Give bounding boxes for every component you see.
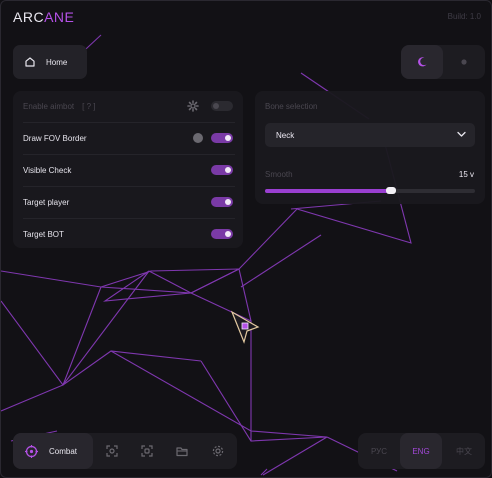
smooth-slider-fill — [265, 189, 391, 193]
settings-icon[interactable] — [212, 445, 224, 457]
fov-color-picker[interactable] — [193, 133, 203, 143]
sun-icon — [461, 59, 467, 65]
enable-aimbot-toggle[interactable] — [211, 101, 233, 111]
brand-prefix: ARC — [13, 9, 45, 25]
bone-selection-label: Bone selection — [265, 102, 318, 111]
enable-aimbot-label: Enable aimbot — [23, 102, 75, 111]
home-label: Home — [46, 57, 68, 67]
app-brand: ARCANE — [13, 9, 74, 25]
smooth-value: 15 v — [458, 170, 474, 179]
draw-fov-border-toggle[interactable] — [211, 133, 233, 143]
bone-select-value: Neck — [276, 131, 295, 140]
visible-check-label: Visible Check — [23, 166, 72, 175]
combat-label: Combat — [49, 446, 78, 456]
target-player-label: Target player — [23, 198, 70, 207]
help-badge[interactable]: [ ? ] — [82, 102, 95, 111]
language-switcher: РУС ENG 中文 — [358, 433, 485, 469]
crosshair-icon — [25, 444, 38, 458]
radar-icon[interactable] — [141, 445, 153, 457]
targeting-panel: Bone selection Neck Smooth 15 v — [255, 91, 485, 204]
bottom-navigation: Combat — [13, 433, 237, 469]
folder-icon[interactable] — [176, 445, 188, 457]
aimbot-settings-panel: Enable aimbot [ ? ] Draw FOV Border Visib… — [13, 91, 243, 248]
draw-fov-border-label: Draw FOV Border — [23, 134, 87, 143]
target-player-row[interactable]: Target player — [23, 187, 235, 219]
chevron-down-icon — [457, 131, 466, 137]
combat-tab[interactable]: Combat — [13, 433, 93, 469]
smooth-slider-handle[interactable] — [386, 187, 396, 194]
theme-switcher — [401, 45, 485, 79]
cursor-icon — [230, 310, 260, 344]
visible-check-row[interactable]: Visible Check — [23, 155, 235, 187]
visible-check-toggle[interactable] — [211, 165, 233, 175]
lang-en-button[interactable]: ENG — [400, 433, 442, 469]
target-bot-row[interactable]: Target BOT — [23, 219, 235, 250]
target-bot-label: Target BOT — [23, 230, 64, 239]
bone-select[interactable]: Neck — [265, 123, 475, 147]
enable-aimbot-row[interactable]: Enable aimbot [ ? ] — [23, 91, 235, 123]
draw-fov-border-row[interactable]: Draw FOV Border — [23, 123, 235, 155]
home-button[interactable]: Home — [13, 45, 87, 79]
lang-zh-button[interactable]: 中文 — [443, 433, 485, 469]
dark-theme-button[interactable] — [401, 45, 443, 79]
target-player-toggle[interactable] — [211, 197, 233, 207]
smooth-label: Smooth — [265, 170, 293, 179]
target-bot-toggle[interactable] — [211, 229, 233, 239]
gear-icon[interactable] — [187, 100, 199, 112]
home-icon — [25, 57, 35, 67]
lang-ru-button[interactable]: РУС — [358, 433, 400, 469]
app-window: ARCANE Build: 1.0 Home Enable aimbot [ ? … — [0, 0, 492, 478]
smooth-slider[interactable] — [265, 187, 475, 194]
scan-icon[interactable] — [106, 445, 118, 457]
brand-suffix: ANE — [44, 9, 75, 25]
light-theme-button[interactable] — [443, 45, 485, 79]
moon-icon — [418, 57, 427, 67]
build-version: Build: 1.0 — [447, 12, 481, 21]
